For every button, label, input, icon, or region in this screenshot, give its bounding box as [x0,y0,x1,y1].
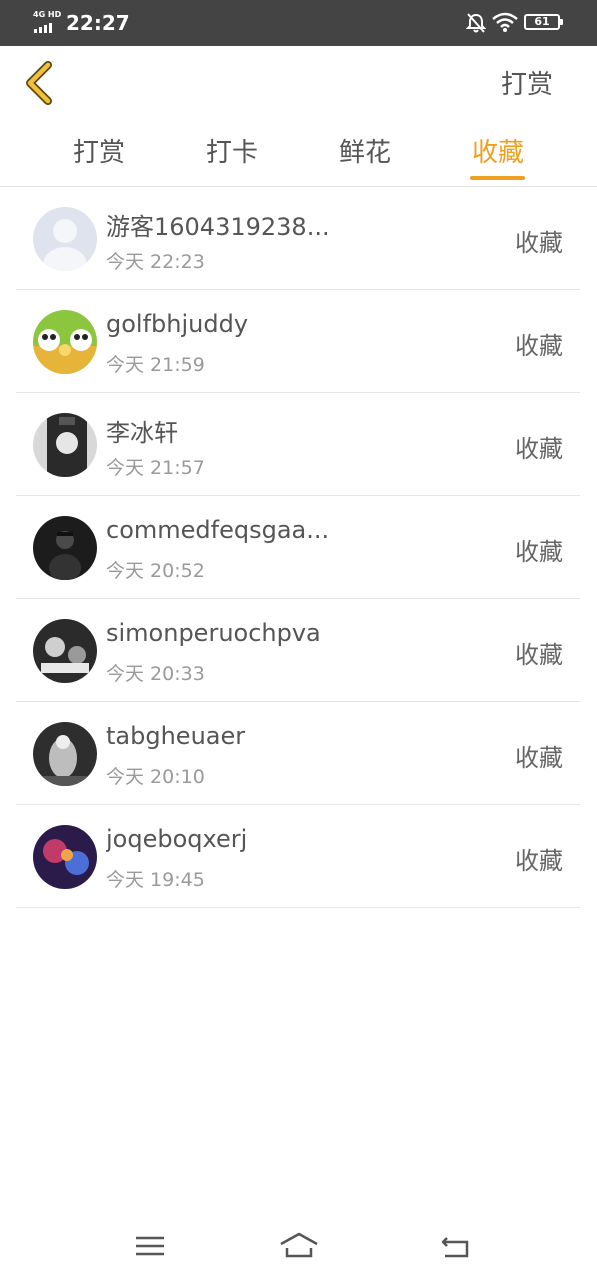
signal-icon [34,21,58,33]
action-label: 收藏 [515,332,563,360]
timestamp: 今天 21:57 [106,457,205,479]
timestamp: 今天 20:33 [106,663,205,685]
list-item[interactable]: 李冰轩 今天 21:57 收藏 [16,393,580,496]
tab-favorites[interactable]: 收藏 [453,132,543,169]
tab-flowers[interactable]: 鲜花 [320,132,410,169]
back-icon[interactable] [437,1230,473,1262]
menu-icon[interactable] [132,1230,168,1262]
user-name: 李冰轩 [106,419,178,447]
list-item[interactable]: golfbhjuddy 今天 21:59 收藏 [16,290,580,393]
header: 打赏 [0,46,597,118]
tab-reward[interactable]: 打赏 [54,132,144,169]
timestamp: 今天 22:23 [106,251,205,273]
action-label: 收藏 [515,538,563,566]
user-name: 游客1604319238... [106,213,330,241]
favorites-list: 游客1604319238... 今天 22:23 收藏 golfbhjuddy … [16,187,580,908]
user-name: golfbhjuddy [106,310,249,338]
action-label: 收藏 [515,435,563,463]
avatar [33,825,97,889]
tab-bar: 打赏 打卡 鲜花 收藏 [0,118,597,187]
avatar [33,516,97,580]
timestamp: 今天 21:59 [106,354,205,376]
avatar [33,413,97,477]
system-nav-bar [0,1210,597,1280]
timestamp: 今天 19:45 [106,869,205,891]
action-label: 收藏 [515,641,563,669]
user-name: commedfeqsgaa... [106,516,330,544]
list-item[interactable]: commedfeqsgaa... 今天 20:52 收藏 [16,496,580,599]
action-label: 收藏 [515,744,563,772]
user-name: simonperuochpva [106,619,321,647]
user-name: joqeboqxerj [106,825,248,853]
list-item[interactable]: tabgheuaer 今天 20:10 收藏 [16,702,580,805]
battery-level: 61 [534,15,550,28]
avatar [33,207,97,271]
tab-checkin[interactable]: 打卡 [187,132,277,169]
list-item[interactable]: joqeboqxerj 今天 19:45 收藏 [16,805,580,908]
back-chevron-icon[interactable] [24,61,54,105]
timestamp: 今天 20:52 [106,560,205,582]
network-type: 4G HD [33,10,62,19]
status-bar: 4G HD 22:27 61 [0,0,597,46]
reward-button[interactable]: 打赏 [501,64,553,101]
list-item[interactable]: simonperuochpva 今天 20:33 收藏 [16,599,580,702]
mute-bell-icon [466,13,486,33]
avatar [33,619,97,683]
action-label: 收藏 [515,847,563,875]
active-tab-indicator [470,176,525,180]
avatar [33,722,97,786]
user-name: tabgheuaer [106,722,246,750]
battery-icon: 61 [524,14,563,30]
list-item[interactable]: 游客1604319238... 今天 22:23 收藏 [16,187,580,290]
avatar [33,310,97,374]
timestamp: 今天 20:10 [106,766,205,788]
home-icon[interactable] [278,1230,320,1262]
wifi-icon [492,12,518,32]
status-time: 22:27 [66,11,130,35]
action-label: 收藏 [515,229,563,257]
